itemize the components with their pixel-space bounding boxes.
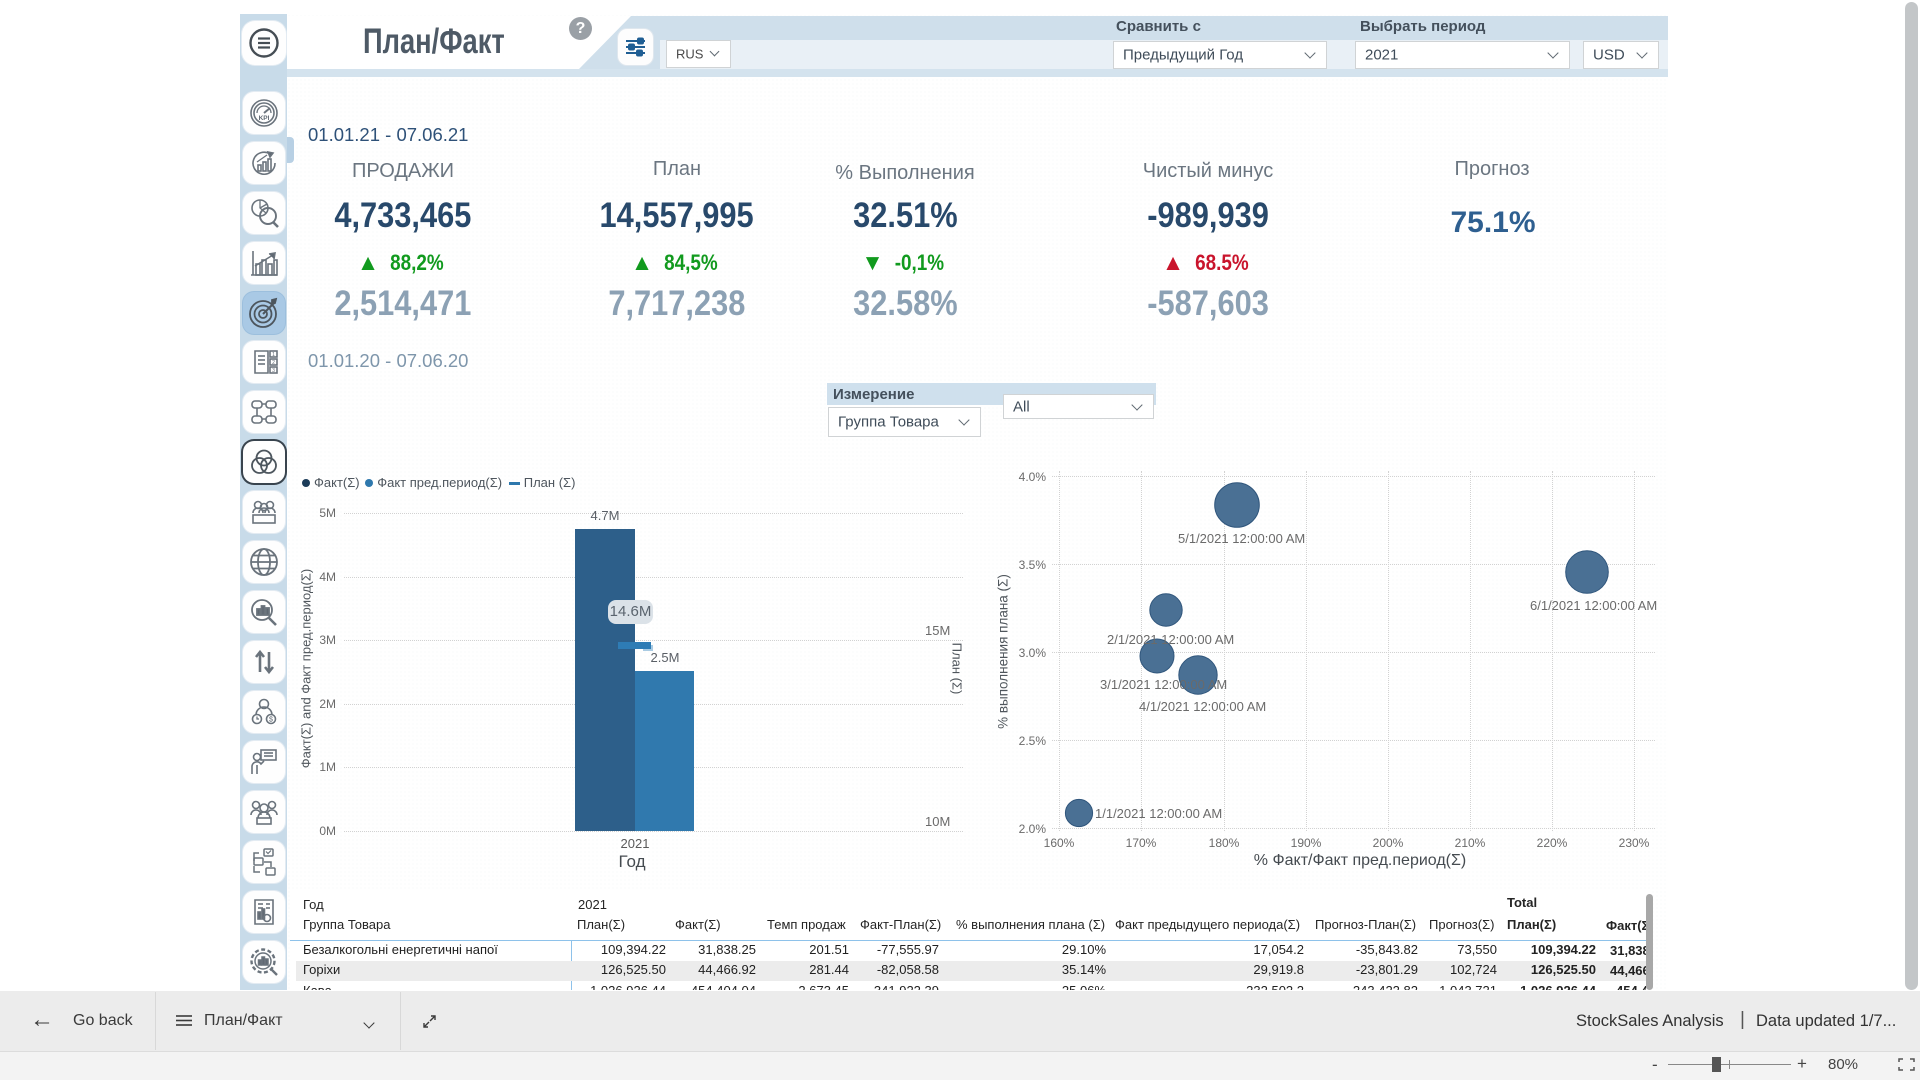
svg-text:2: 2 (272, 360, 275, 366)
svg-text:$: $ (269, 717, 273, 724)
svg-text:3: 3 (272, 368, 275, 374)
svg-text:1: 1 (272, 352, 275, 358)
svg-text:KPI: KPI (259, 115, 270, 122)
